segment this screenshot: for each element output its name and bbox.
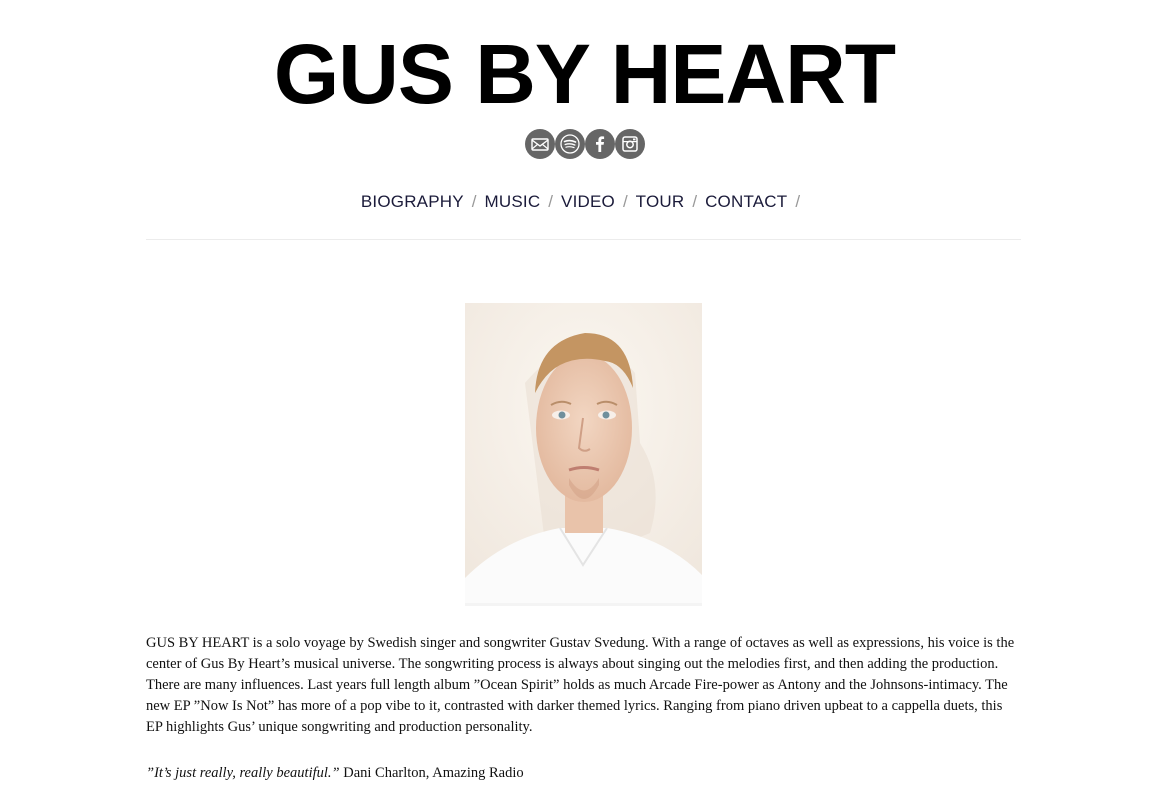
instagram-icon[interactable]	[614, 129, 645, 159]
nav-tour[interactable]: TOUR	[636, 192, 685, 211]
nav-contact[interactable]: CONTACT	[705, 192, 787, 211]
nav-music[interactable]: MUSIC	[485, 192, 541, 211]
quote-attribution: Dani Charlton, Amazing Radio	[339, 765, 524, 781]
nav-separator: /	[622, 192, 628, 211]
nav-video[interactable]: VIDEO	[561, 192, 615, 211]
nav-separator: /	[692, 192, 698, 211]
biography-text: GUS BY HEART is a solo voyage by Swedish…	[146, 635, 1015, 735]
email-icon[interactable]	[524, 129, 555, 159]
nav-separator: /	[471, 192, 477, 211]
social-links	[0, 129, 1169, 159]
site-title: GUS BY HEART	[273, 27, 896, 121]
quote-text: ”It’s just really, really beautiful.”	[146, 765, 340, 781]
facebook-icon[interactable]	[584, 129, 615, 159]
nav-biography[interactable]: BIOGRAPHY	[361, 192, 464, 211]
spotify-icon[interactable]	[554, 129, 585, 159]
press-quote: ”It’s just really, really beautiful.” Da…	[146, 763, 1021, 784]
header-divider	[146, 239, 1021, 240]
nav-separator: /	[548, 192, 554, 211]
artist-portrait	[465, 303, 702, 606]
nav-separator: /	[795, 192, 801, 211]
main-nav: BIOGRAPHY / MUSIC / VIDEO / TOUR / CONTACT /	[0, 190, 1169, 214]
